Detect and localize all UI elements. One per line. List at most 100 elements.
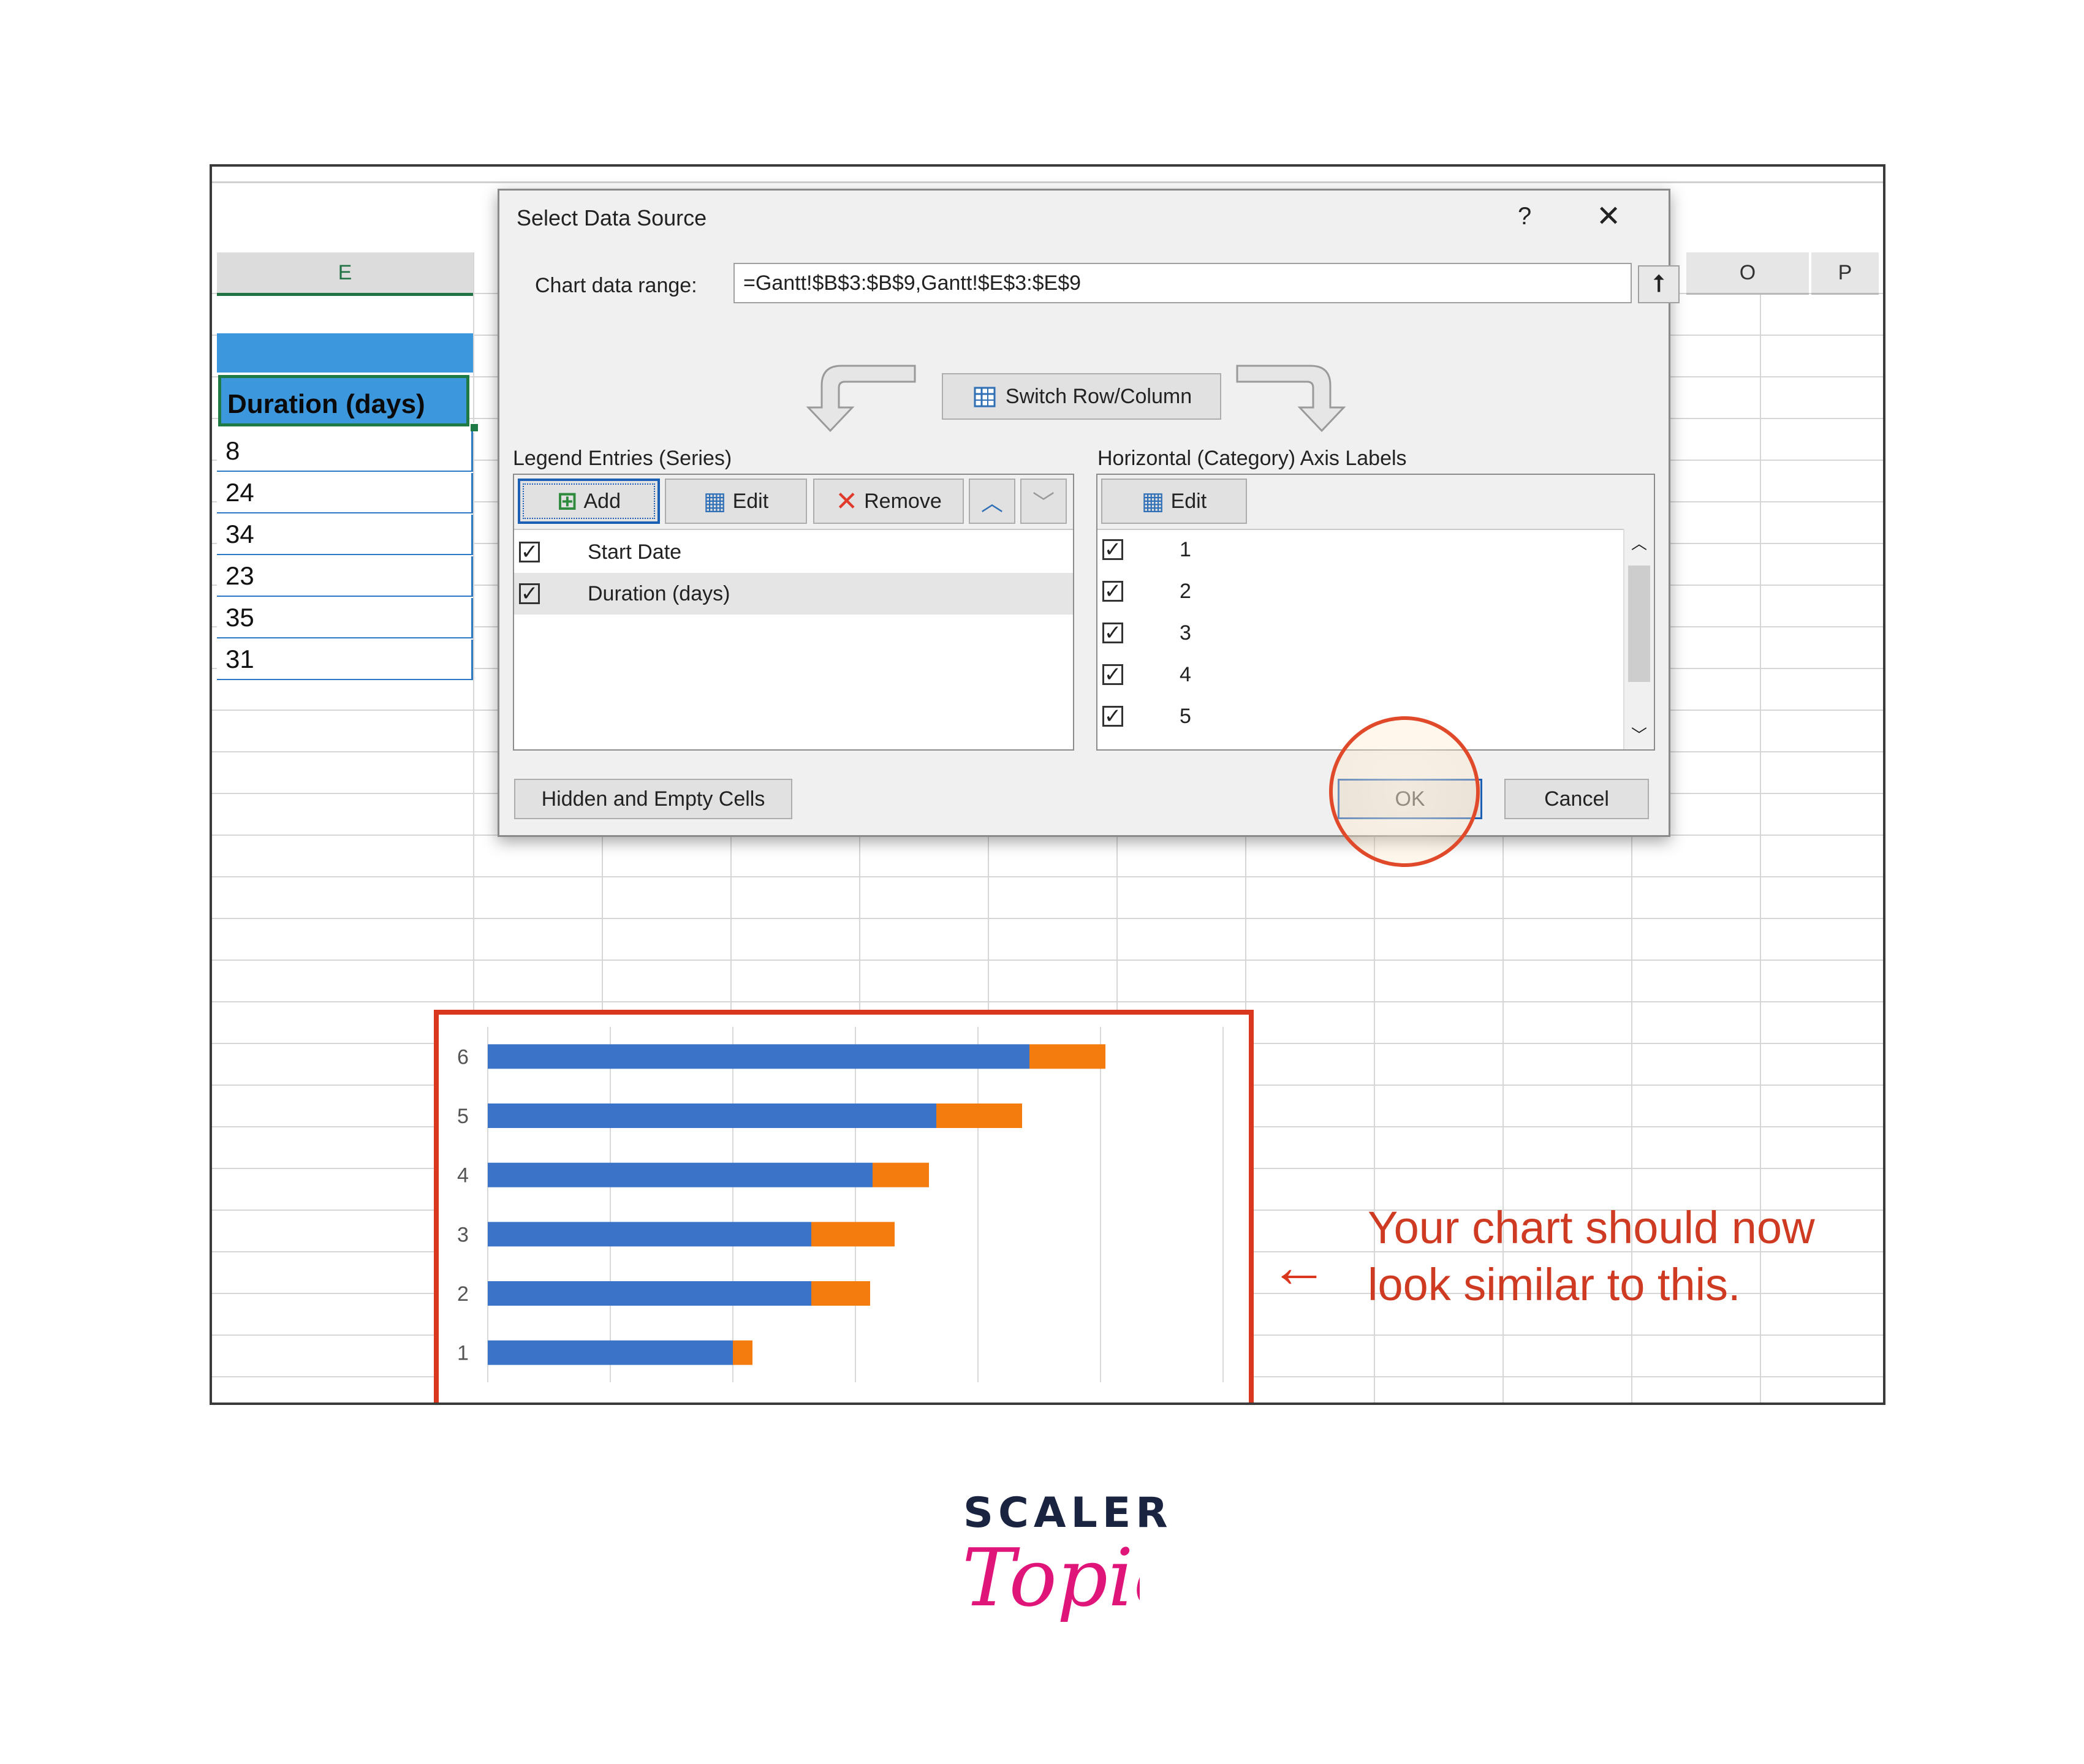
x-tick-label: 6/3 bbox=[596, 1401, 624, 1405]
topics-logo-text: Topics bbox=[962, 1532, 1140, 1624]
legend-entries-panel: ⊞ Add ▦ Edit ✕ Remove ︿ ﹀ ✓ Start Date ✓… bbox=[513, 474, 1074, 751]
checkmark-icon: ✓ bbox=[520, 540, 539, 564]
axis-labels-label: Horizontal (Category) Axis Labels bbox=[1097, 447, 1407, 470]
category-label: 3 bbox=[1180, 621, 1191, 645]
chart-data-range-input[interactable]: =Gantt!$B$3:$B$9,Gantt!$E$3:$E$9 bbox=[733, 263, 1632, 303]
chevron-up-icon: ︿ bbox=[980, 490, 1003, 515]
switch-label: Switch Row/Column bbox=[1005, 384, 1192, 408]
curved-arrow-left-icon bbox=[806, 365, 916, 433]
y-tick-label: 3 bbox=[457, 1223, 469, 1246]
start-bar bbox=[488, 1103, 936, 1128]
duration-cell[interactable]: 24 bbox=[217, 473, 473, 513]
edit-series-button[interactable]: ▦ Edit bbox=[665, 479, 807, 524]
start-bar bbox=[488, 1222, 811, 1247]
column-header-o[interactable]: O bbox=[1686, 252, 1809, 295]
x-tick-label: 4/14 bbox=[468, 1401, 508, 1405]
column-header-p[interactable]: P bbox=[1811, 252, 1879, 295]
duration-bar bbox=[873, 1162, 929, 1187]
category-checkbox[interactable]: ✓ bbox=[1102, 621, 1123, 645]
scroll-down-icon[interactable]: ﹀ bbox=[1624, 723, 1654, 746]
ok-highlight-circle bbox=[1329, 716, 1480, 867]
x-tick-label: 7/23 bbox=[713, 1401, 753, 1405]
series-checkbox[interactable]: ✓ bbox=[519, 540, 540, 564]
series-list-item[interactable]: ✓ Start Date bbox=[514, 531, 1073, 573]
category-list-item[interactable]: ✓ 4 bbox=[1097, 654, 1654, 695]
category-list-item[interactable]: ✓ 2 bbox=[1097, 570, 1654, 612]
checkmark-icon: ✓ bbox=[1104, 580, 1122, 603]
close-icon[interactable]: ✕ bbox=[1596, 199, 1621, 233]
category-list-item[interactable]: ✓ 1 bbox=[1097, 529, 1654, 570]
series-checkbox[interactable]: ✓ bbox=[519, 582, 540, 605]
remove-x-icon: ✕ bbox=[835, 486, 858, 517]
start-bar bbox=[488, 1281, 811, 1306]
x-tick-label: 10/31 bbox=[952, 1401, 1004, 1405]
annotation-line-1: Your chart should now bbox=[1368, 1202, 1815, 1253]
duration-header-cell[interactable]: Duration (days) bbox=[218, 375, 469, 426]
category-label: 5 bbox=[1180, 704, 1191, 728]
duration-cell[interactable]: 35 bbox=[217, 598, 473, 638]
help-icon[interactable]: ? bbox=[1518, 203, 1531, 230]
axis-labels-scrollbar[interactable]: ︿ ﹀ bbox=[1623, 529, 1654, 749]
annotation-text: Your chart should now look similar to th… bbox=[1368, 1200, 1815, 1313]
move-up-button[interactable]: ︿ bbox=[969, 479, 1015, 524]
add-icon: ⊞ bbox=[556, 488, 578, 515]
duration-bar bbox=[733, 1340, 752, 1365]
series-list-item[interactable]: ✓ Duration (days) bbox=[514, 573, 1073, 615]
y-tick-label: 2 bbox=[457, 1282, 469, 1306]
category-label: 2 bbox=[1180, 579, 1191, 603]
dialog-title: Select Data Source bbox=[517, 205, 707, 230]
upload-arrow-icon: ⭡ bbox=[1653, 271, 1664, 297]
duration-bar bbox=[811, 1281, 870, 1306]
y-tick-label: 6 bbox=[457, 1045, 469, 1069]
collapse-range-button[interactable]: ⭡ bbox=[1638, 265, 1680, 303]
add-series-button[interactable]: ⊞ Add bbox=[518, 479, 660, 524]
legend-toolbar: ⊞ Add ▦ Edit ✕ Remove ︿ ﹀ bbox=[514, 475, 1073, 530]
chart-data-range-label: Chart data range: bbox=[535, 274, 697, 297]
switch-table-icon bbox=[974, 387, 996, 407]
category-checkbox[interactable]: ✓ bbox=[1102, 663, 1123, 686]
scrollbar-thumb[interactable] bbox=[1628, 566, 1650, 682]
curved-arrow-right-icon bbox=[1236, 365, 1346, 433]
gantt-chart-svg: 4/14 6/3 7/23 9/11 10/31 12/20 2/8 1 2 3 4 5 6 bbox=[457, 1027, 1238, 1405]
duration-cell[interactable]: 8 bbox=[217, 431, 473, 472]
edit-table-icon: ▦ bbox=[1141, 488, 1165, 515]
edit-label: Edit bbox=[732, 489, 769, 513]
start-bar bbox=[488, 1044, 1029, 1069]
cancel-button[interactable]: Cancel bbox=[1504, 779, 1649, 819]
scroll-up-icon[interactable]: ︿ bbox=[1624, 531, 1654, 554]
duration-cell[interactable]: 34 bbox=[217, 515, 473, 555]
add-label: Add bbox=[583, 489, 621, 513]
category-list-item[interactable]: ✓ 3 bbox=[1097, 612, 1654, 654]
duration-cell[interactable]: 31 bbox=[217, 640, 473, 680]
hidden-empty-cells-button[interactable]: Hidden and Empty Cells bbox=[514, 779, 792, 819]
pointer-arrow-icon: ← bbox=[1270, 1234, 1328, 1300]
category-label: 1 bbox=[1180, 537, 1191, 561]
gantt-chart-preview: 4/14 6/3 7/23 9/11 10/31 12/20 2/8 1 2 3 4 5 6 bbox=[434, 1010, 1254, 1405]
header-fill-cell[interactable] bbox=[217, 333, 473, 373]
category-checkbox[interactable]: ✓ bbox=[1102, 705, 1123, 728]
checkmark-icon: ✓ bbox=[1104, 621, 1122, 645]
category-checkbox[interactable]: ✓ bbox=[1102, 580, 1123, 603]
axis-labels-panel: ▦ Edit ✓ 1 ✓ 2 ✓ 3 ✓ 4 ✓ 5 ︿ ﹀ bbox=[1096, 474, 1655, 751]
edit-table-icon: ▦ bbox=[703, 488, 727, 515]
edit-label: Edit bbox=[1170, 489, 1207, 513]
category-checkbox[interactable]: ✓ bbox=[1102, 538, 1123, 561]
remove-series-button[interactable]: ✕ Remove bbox=[813, 479, 964, 524]
series-name: Duration (days) bbox=[588, 581, 730, 605]
category-label: 4 bbox=[1180, 662, 1191, 686]
x-tick-label: 2/8 bbox=[1208, 1401, 1237, 1405]
switch-row-column-button[interactable]: Switch Row/Column bbox=[942, 373, 1221, 420]
duration-bar bbox=[936, 1103, 1022, 1128]
y-tick-label: 4 bbox=[457, 1164, 469, 1187]
x-tick-label: 9/11 bbox=[836, 1401, 875, 1405]
start-bar bbox=[488, 1340, 733, 1365]
duration-bar bbox=[811, 1222, 895, 1247]
topics-logo-script: Topics bbox=[962, 1532, 1140, 1624]
ribbon-divider bbox=[212, 181, 1883, 183]
column-header-e[interactable]: E bbox=[217, 252, 473, 296]
edit-axis-labels-button[interactable]: ▦ Edit bbox=[1101, 479, 1247, 524]
move-down-button[interactable]: ﹀ bbox=[1020, 479, 1067, 524]
select-data-source-dialog: Select Data Source ? ✕ Chart data range:… bbox=[498, 189, 1680, 867]
scaler-logo-wordmark: SCALER bbox=[963, 1489, 1173, 1537]
duration-cell[interactable]: 23 bbox=[217, 556, 473, 597]
